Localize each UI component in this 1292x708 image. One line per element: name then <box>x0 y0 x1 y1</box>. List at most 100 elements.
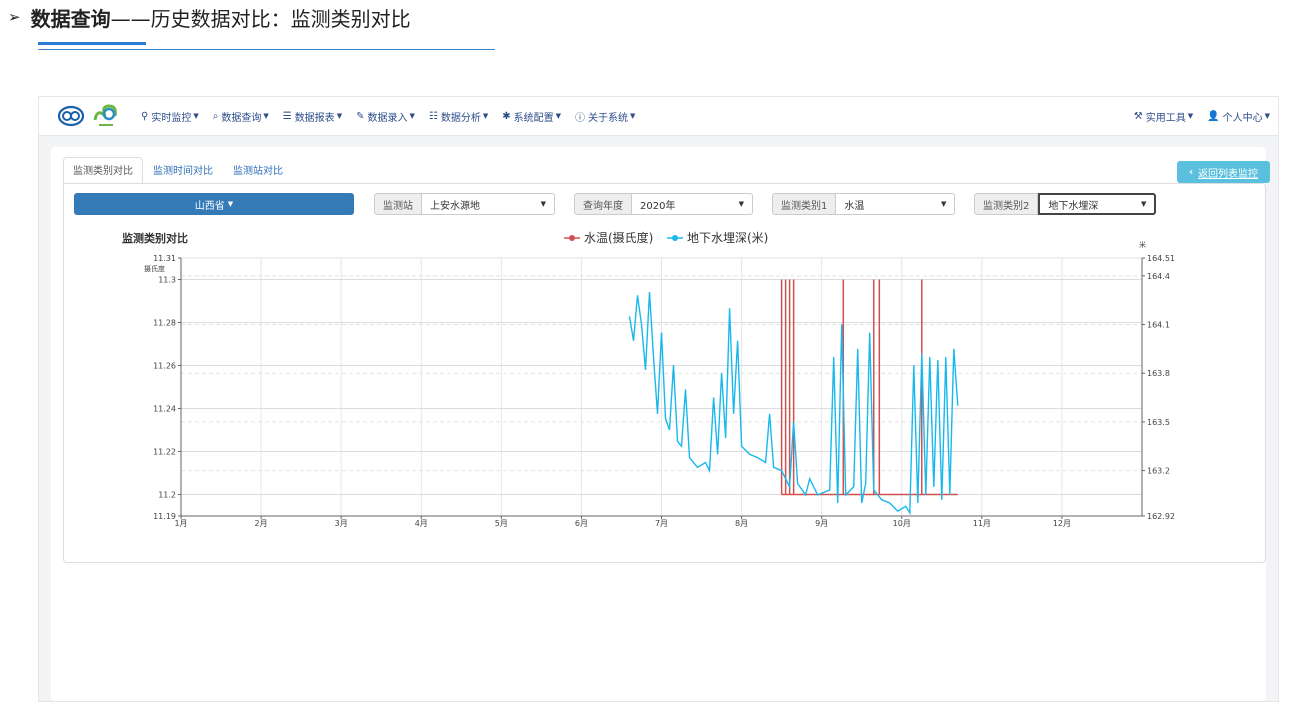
y-right-tick-label: 163.2 <box>1147 467 1170 476</box>
station-select-group: 监测站 上安水源地 ▼ <box>374 193 555 215</box>
nav-label: 实时监控 <box>151 112 192 124</box>
y-right-tick-label: 162.92 <box>1147 512 1175 521</box>
province-label: 山西省 <box>194 200 225 212</box>
year-select[interactable]: 2020年 ▼ <box>632 193 753 215</box>
top-navbar: ⚲ 实时监控 ▼ ⌕ 数据查询 ▼ ☰ 数据报表 ▼ ✎ 数据录入 ▼ ☷ 数据分析 ▼ ✱ 系统配置… <box>39 97 1278 136</box>
legend-label: 地下水埋深(米) <box>687 231 768 245</box>
list-icon: ☰ <box>282 110 292 122</box>
category2-select[interactable]: 地下水埋深 ▼ <box>1038 193 1157 215</box>
analysis-icon: ☷ <box>428 110 438 122</box>
heading-sub: ——历史数据对比：监测类别对比 <box>110 6 411 31</box>
nav-data-report[interactable]: ☰ 数据报表 ▼ <box>283 109 342 124</box>
app-screenshot: ⚲ 实时监控 ▼ ⌕ 数据查询 ▼ ☰ 数据报表 ▼ ✎ 数据录入 ▼ ☷ 数据分析 ▼ ✱ 系统配置… <box>38 96 1279 702</box>
category2-select-group: 监测类别2 地下水埋深 ▼ <box>974 193 1157 215</box>
arrow-bullet-icon: ➢ <box>8 8 21 26</box>
tab-category-compare[interactable]: 监测类别对比 <box>63 157 143 184</box>
tab-bar: 监测类别对比 监测时间对比 监测站对比 <box>63 157 293 184</box>
caret-down-icon: ▼ <box>336 112 343 120</box>
chart-grid <box>180 257 1143 517</box>
y-left-tick-label: 11.2 <box>158 491 176 500</box>
x-tick-label: 5月 <box>495 519 508 528</box>
category1-value: 水温 <box>844 200 865 212</box>
caret-down-icon: ▼ <box>1187 112 1194 120</box>
caret-down-icon: ▼ <box>409 112 415 120</box>
nav-system-config[interactable]: ✱ 系统配置 ▼ <box>502 109 561 124</box>
nav-right-group: ⚒ 实用工具 ▼ 👤 个人中心 ▼ <box>1134 109 1270 124</box>
category1-select-group: 监测类别1 水温 ▼ <box>772 193 956 215</box>
x-tick-label: 6月 <box>575 519 588 528</box>
x-tick-label: 3月 <box>335 519 348 528</box>
info-icon: ⓘ <box>575 112 585 124</box>
caret-down-icon: ▼ <box>193 112 199 120</box>
y-left-tick-label: 11.26 <box>153 362 176 371</box>
legend-label: 水温(摄氏度) <box>584 230 653 245</box>
y-left-unit-label: 摄氏度 <box>144 264 165 273</box>
x-tick-label: 12月 <box>1053 519 1071 528</box>
caret-down-icon: ▼ <box>540 200 546 208</box>
nav-data-analysis[interactable]: ☷ 数据分析 ▼ <box>429 109 488 124</box>
caret-down-icon: ▼ <box>227 200 234 208</box>
logo-mark-icon <box>57 105 85 127</box>
nav-data-entry[interactable]: ✎ 数据录入 ▼ <box>356 109 415 124</box>
station-value: 上安水源地 <box>430 200 480 212</box>
caret-down-icon: ▼ <box>940 200 947 208</box>
heading-main: 数据查询 <box>30 6 111 31</box>
tab-station-compare[interactable]: 监测站对比 <box>223 157 293 184</box>
caret-down-icon: ▼ <box>1140 200 1147 208</box>
nav-user-center[interactable]: 👤 个人中心 ▼ <box>1207 109 1270 124</box>
nav-label: 数据报表 <box>294 112 335 124</box>
x-tick-label: 7月 <box>655 519 668 528</box>
chart-title: 监测类别对比 <box>122 231 188 245</box>
user-icon: 👤 <box>1207 110 1220 122</box>
x-tick-label: 4月 <box>415 519 428 528</box>
nav-label: 实用工具 <box>1145 112 1186 124</box>
nav-label: 系统配置 <box>513 112 554 124</box>
y-right-tick-label: 164.4 <box>1147 272 1170 281</box>
y-left-tick-label: 11.31 <box>153 254 176 263</box>
logo-emblem-icon <box>93 104 117 126</box>
nav-label: 数据录入 <box>367 112 408 124</box>
wrench-icon: ⚒ <box>1133 110 1143 122</box>
x-tick-label: 2月 <box>255 519 268 528</box>
y-right-tick-label: 163.8 <box>1147 369 1170 378</box>
category1-select[interactable]: 水温 ▼ <box>836 193 956 215</box>
map-marker-icon: ⚲ <box>141 110 149 122</box>
y-left-tick-label: 11.22 <box>153 448 176 457</box>
station-select[interactable]: 上安水源地 ▼ <box>422 193 555 215</box>
heading-underline-accent <box>38 42 146 45</box>
caret-down-icon: ▼ <box>738 200 744 208</box>
chart-legend: 水温(摄氏度) 地下水埋深(米) <box>564 230 768 245</box>
y-left-tick-label: 11.19 <box>153 512 176 521</box>
nav-tools[interactable]: ⚒ 实用工具 ▼ <box>1134 109 1193 124</box>
y-left-tick-label: 11.3 <box>158 276 176 285</box>
y-left-tick-label: 11.24 <box>153 405 176 414</box>
category1-label: 监测类别1 <box>772 193 837 215</box>
nav-about-system[interactable]: ⓘ 关于系统 ▼ <box>575 109 635 124</box>
back-to-list-button[interactable]: ‹ 返回列表监控 <box>1177 161 1270 183</box>
y-right-tick-label: 163.5 <box>1147 418 1170 427</box>
x-tick-label: 11月 <box>973 519 991 528</box>
caret-down-icon: ▼ <box>263 112 269 120</box>
year-label: 查询年度 <box>574 193 632 215</box>
tab-content: 山西省 ▼ 监测站 上安水源地 ▼ 查询年度 2020年 ▼ 监测类别1 水温 ▼ 监测… <box>63 183 1266 563</box>
y-right-tick-label: 164.51 <box>1147 254 1175 263</box>
province-dropdown-button[interactable]: 山西省 ▼ <box>74 193 354 215</box>
nav-realtime-monitor[interactable]: ⚲ 实时监控 ▼ <box>141 109 199 124</box>
main-panel: 监测类别对比 监测时间对比 监测站对比 ‹ 返回列表监控 山西省 ▼ 监测站 上安水… <box>51 147 1270 701</box>
x-tick-label: 1月 <box>174 519 187 528</box>
x-tick-label: 10月 <box>893 519 911 528</box>
year-select-group: 查询年度 2020年 ▼ <box>574 193 753 215</box>
caret-down-icon: ▼ <box>630 112 636 120</box>
legend-marker <box>672 235 678 241</box>
back-button-label: 返回列表监控 <box>1198 168 1259 180</box>
caret-down-icon: ▼ <box>1264 112 1270 120</box>
app-logo <box>57 102 121 130</box>
section-heading: ➢ 数据查询 ——历史数据对比：监测类别对比 <box>8 0 411 34</box>
nav-label: 数据查询 <box>221 112 262 124</box>
y-right-unit-label: 米 <box>1139 240 1146 249</box>
tab-time-compare[interactable]: 监测时间对比 <box>143 157 223 184</box>
x-tick-label: 9月 <box>815 519 828 528</box>
y-right-tick-label: 164.1 <box>1147 321 1170 330</box>
station-label: 监测站 <box>374 193 422 215</box>
nav-data-query[interactable]: ⌕ 数据查询 ▼ <box>213 109 269 124</box>
